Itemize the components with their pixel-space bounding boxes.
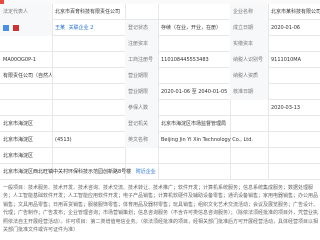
legal-rep-name[interactable]: 王某 — [55, 25, 65, 31]
row-label: 登记机关 — [125, 116, 158, 132]
row-value: MA00OG0P-1 — [3, 57, 36, 63]
row-value: 有限责任公司（自然人投资或控股） — [3, 73, 52, 79]
row-label: 英文名称 — [125, 132, 158, 148]
brand-icon — [12, 24, 19, 31]
table-row: 北京市海淀区 (4513) 英文名称 Beijing Jin Yi Xin Te… — [0, 132, 320, 148]
table-row: 北京市海淀区西北旺镇中关村环保科技示范园创新路8号楼 附近企业 — [0, 164, 320, 180]
row-label: 法定代表人 — [0, 4, 52, 20]
row-label — [0, 20, 52, 36]
row-value: (4513) — [55, 137, 72, 143]
row-label: 登记状态 — [125, 20, 158, 36]
row-value: 北京市海淀区 — [3, 121, 34, 127]
row-label: 参保人数 — [125, 100, 158, 116]
row-value: 存续（在业，开业，在册） — [161, 25, 222, 31]
row-label: 工商注册号 — [125, 52, 158, 68]
row-label: 营业期限 — [125, 84, 158, 100]
row-label: 注册资本 — [125, 36, 158, 52]
row-value: 2020-01-06 — [271, 25, 301, 31]
table-row: 北京市海淀区 登记机关 北京市海淀区市场监督管理局 — [0, 116, 320, 132]
row-label: 纳税人资质 — [230, 68, 268, 84]
table-row: 营业期限 2020-01-06 至 2040-01-05 核准日期 — [0, 84, 320, 100]
table-row: 北京市海淀区 — [0, 148, 320, 164]
row-value: 北京市海淀区 — [3, 137, 34, 143]
related-companies-link[interactable]: 关联企业 2 — [69, 25, 94, 31]
row-label: 企业名称 — [230, 4, 268, 20]
legal-rep[interactable]: 王某 关联企业 2 — [52, 20, 125, 36]
registered-address: 北京市海淀区西北旺镇中关村环保科技示范园创新路8号楼 附近企业 — [0, 164, 200, 180]
row-value: 2020-03-13 — [271, 105, 301, 111]
business-info-table: 法定代表人 北京市百育科技有限责任公司 企业名称 北京市某科技有限公司 王某 关… — [0, 4, 320, 180]
avatar — [3, 24, 9, 31]
row-value: 北京市海淀区市场监督管理局 — [161, 121, 227, 127]
nearby-companies-link[interactable]: 附近企业 — [136, 169, 156, 175]
row-label: 核准日期 — [230, 84, 268, 100]
table-row: 法定代表人 北京市百育科技有限责任公司 企业名称 北京市某科技有限公司 — [0, 4, 320, 20]
table-row: 王某 关联企业 2 登记状态 存续（在业，开业，在册） 成立日期 2020-01… — [0, 20, 320, 36]
row-value: 9111010MA — [271, 57, 302, 63]
row-value: 北京市海淀区 — [3, 153, 34, 159]
table-row: 注册资本 实缴资本 — [0, 36, 320, 52]
company-name: 北京市百育科技有限责任公司 — [55, 9, 121, 15]
row-value: 2020-01-06 至 2040-01-05 — [161, 89, 228, 95]
row-value: 北京市某科技有限公司 — [271, 9, 320, 15]
table-row: 有限责任公司（自然人投资或控股） 营业期限 纳税人资质 — [0, 68, 320, 84]
business-scope: 一般项目：技术服务、技术开发、技术咨询、技术交流、技术转让、技术推广；软件开发；… — [3, 185, 319, 234]
row-value: Beijing Jin Yi Xin Technology Co., Ltd. — [161, 137, 253, 143]
row-label: 成立日期 — [230, 20, 268, 36]
table-row: MA00OG0P-1 工商注册号 110108445553483 纳税人识别号 … — [0, 52, 320, 68]
row-label: 实缴资本 — [230, 36, 268, 52]
row-label: 纳税人识别号 — [230, 52, 268, 68]
row-value: 110108445553483 — [161, 57, 209, 63]
table-row: 参保人数 2020-03-13 — [0, 100, 320, 116]
address-text: 北京市海淀区西北旺镇中关村环保科技示范园创新路8号楼 — [3, 169, 132, 175]
row-label: 营业期限 — [125, 68, 158, 84]
